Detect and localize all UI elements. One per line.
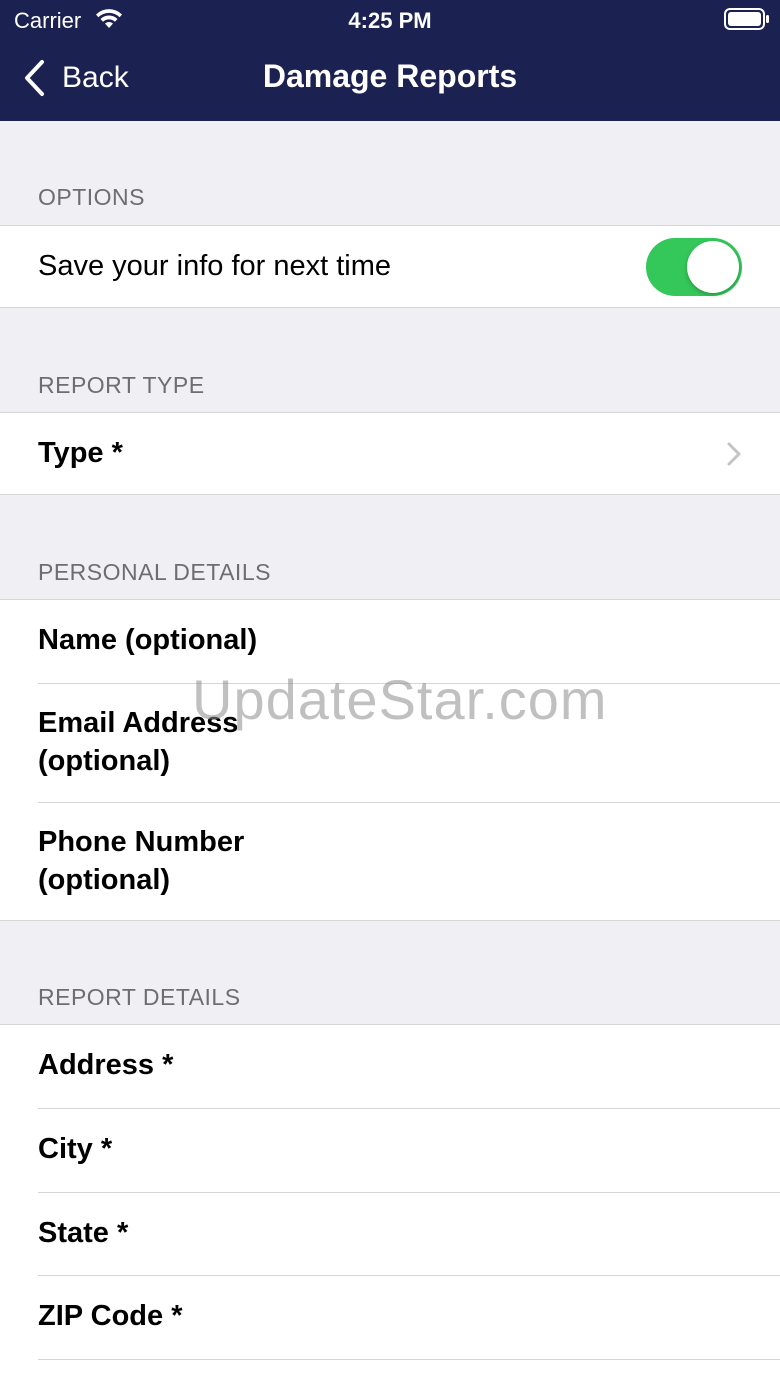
save-info-row: Save your info for next time [0, 226, 780, 308]
save-info-label: Save your info for next time [38, 250, 391, 282]
page-title: Damage Reports [262, 58, 518, 94]
section-header-report-type: REPORT TYPE [38, 372, 205, 398]
address-label: Address * [38, 1049, 174, 1081]
zip-label: ZIP Code * [38, 1300, 183, 1332]
status-time: 4:25 PM [348, 8, 432, 33]
battery-icon [724, 8, 769, 30]
type-label: Type * [38, 437, 123, 469]
phone-label-line2: (optional) [38, 864, 171, 896]
navigation-bar: Carrier 4:25 PM Back Damage Reports [0, 0, 780, 121]
city-row[interactable]: City * [0, 1109, 780, 1192]
address-row[interactable]: Address * [0, 1025, 780, 1108]
section-header-report-details: REPORT DETAILS [38, 984, 241, 1010]
state-row[interactable]: State * [0, 1193, 780, 1276]
row-divider [38, 1359, 780, 1360]
report-details-group: Address * City * State * ZIP Code * [0, 1024, 780, 1387]
phone-row[interactable]: Phone Number (optional) [0, 803, 780, 921]
name-label: Name (optional) [38, 624, 258, 656]
report-type-group: Type * [0, 412, 780, 495]
city-label: City * [38, 1133, 113, 1165]
status-bar: Carrier 4:25 PM [0, 0, 780, 40]
section-header-personal-details: PERSONAL DETAILS [38, 559, 271, 585]
toggle-knob [687, 241, 739, 293]
email-label: Email Address (optional) [38, 704, 238, 780]
chevron-right-icon [727, 442, 741, 466]
nav-content: Back Damage Reports [0, 40, 780, 121]
phone-label: Phone Number (optional) [38, 823, 244, 899]
save-info-toggle[interactable] [646, 238, 742, 296]
section-header-options: OPTIONS [38, 184, 146, 210]
phone-label-line1: Phone Number [38, 826, 245, 858]
zip-row[interactable]: ZIP Code * [0, 1276, 780, 1359]
name-row[interactable]: Name (optional) [0, 600, 780, 683]
email-label-line2: (optional) [38, 745, 171, 777]
state-label: State * [38, 1217, 129, 1249]
email-label-line1: Email Address [38, 707, 239, 739]
email-row[interactable]: Email Address (optional) [0, 684, 780, 802]
options-group: Save your info for next time [0, 225, 780, 308]
personal-details-group: Name (optional) Email Address (optional)… [0, 599, 780, 921]
type-row[interactable]: Type * [0, 413, 780, 495]
